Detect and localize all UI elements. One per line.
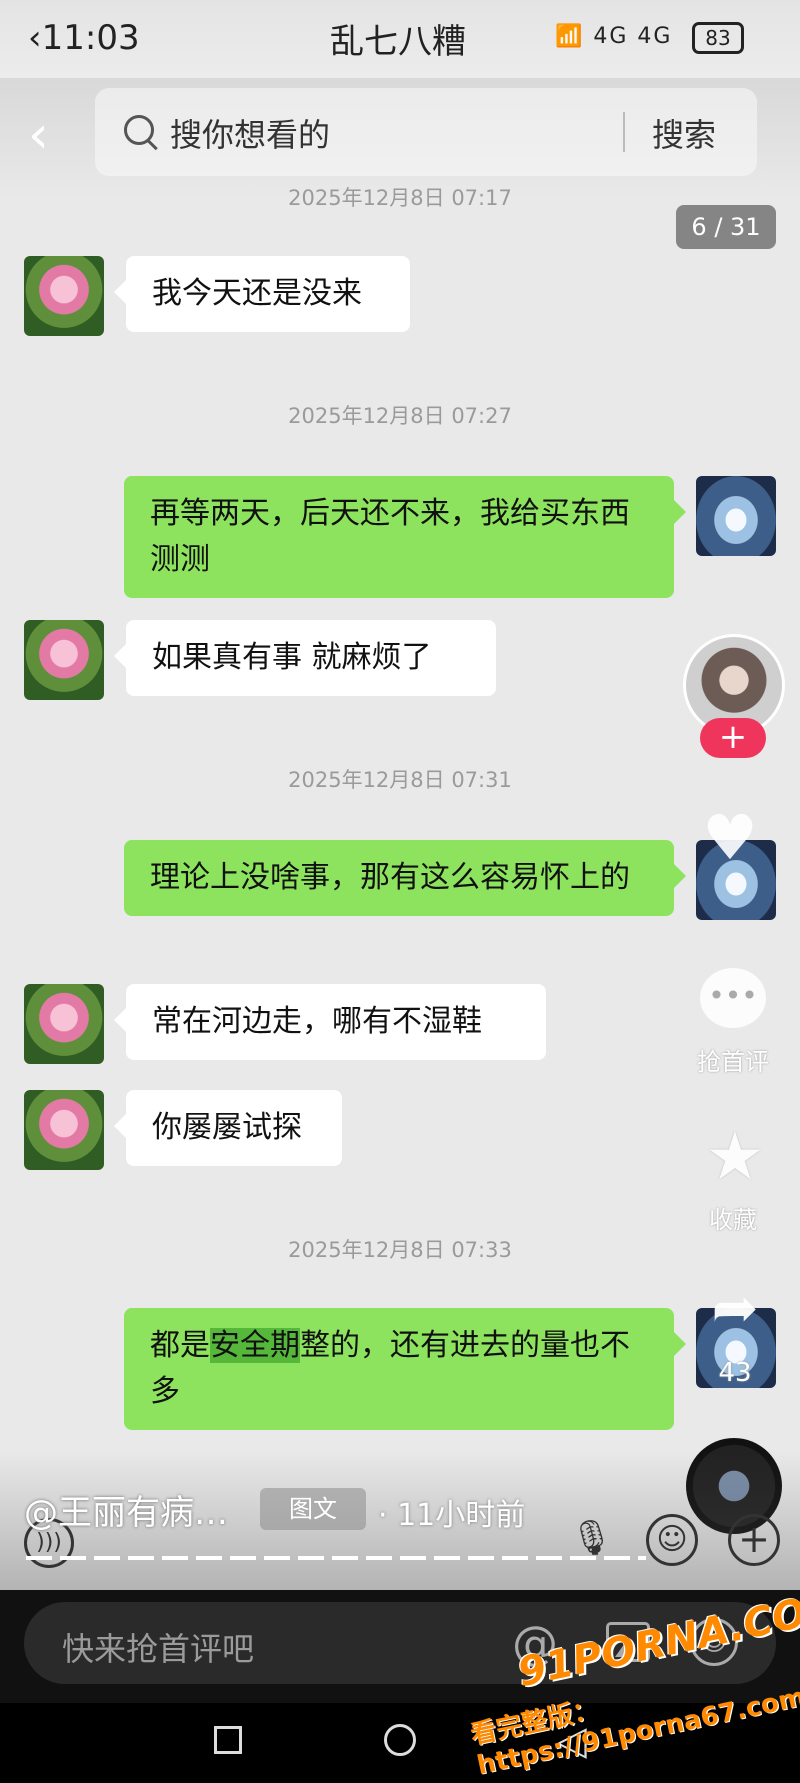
search-input[interactable]: 搜你想看的 (170, 110, 330, 156)
post-author[interactable]: @王丽有病… (24, 1485, 228, 1534)
share-arrow-icon[interactable]: ➦ (700, 1276, 770, 1341)
search-button[interactable]: 搜索 (652, 110, 716, 156)
plus-icon[interactable]: + (728, 1514, 780, 1566)
signal-icon: 📶 4G 4G (555, 24, 673, 49)
image-progress-track (26, 1556, 646, 1560)
share-count: 43 (718, 1358, 752, 1388)
post-time: · 11小时前 (378, 1498, 526, 1533)
self-avatar[interactable] (696, 476, 776, 556)
message-bubble[interactable]: 再等两天，后天还不来，我给买东西测测 (124, 476, 686, 598)
search-divider (623, 112, 625, 152)
contact-avatar[interactable] (24, 1090, 104, 1170)
message-bubble[interactable]: 如果真有事 就麻烦了 (114, 620, 496, 696)
message-text: 都是 (150, 1328, 210, 1363)
mic-icon[interactable]: 🎙 (570, 1518, 613, 1558)
timestamp: 2025年12月8日 07:33 (288, 1238, 512, 1262)
message-bubble[interactable]: 你屡屡试探 (114, 1090, 342, 1166)
comment-placeholder[interactable]: 快来抢首评吧 (62, 1624, 254, 1670)
recents-square-icon[interactable] (214, 1726, 242, 1754)
status-time[interactable]: ‹11:03 (28, 18, 140, 58)
favorite-star-icon[interactable]: ★ (700, 1118, 770, 1195)
timestamp: 2025年12月8日 07:31 (288, 768, 512, 792)
emoji-icon[interactable]: ☺ (646, 1514, 698, 1566)
message-bubble[interactable]: 都是安全期整的，还有进去的量也不多 (124, 1308, 686, 1430)
highlighted-text: 安全期 (210, 1328, 300, 1363)
home-circle-icon[interactable] (384, 1724, 416, 1756)
battery-indicator: 83 (692, 22, 744, 54)
message-bubble[interactable]: 理论上没啥事，那有这么容易怀上的 (124, 840, 686, 916)
back-arrow-icon[interactable]: ‹ (28, 105, 49, 165)
comment-icon[interactable]: ••• (700, 968, 766, 1028)
timestamp: 2025年12月8日 07:27 (288, 404, 512, 428)
message-bubble[interactable]: 我今天还是没来 (114, 256, 410, 332)
search-icon (124, 115, 154, 145)
comment-label: 抢首评 (697, 1048, 769, 1076)
page-counter: 6 / 31 (676, 205, 776, 249)
follow-button[interactable]: + (700, 718, 766, 758)
favorite-label: 收藏 (709, 1206, 757, 1234)
message-bubble[interactable]: 常在河边走，哪有不湿鞋 (114, 984, 546, 1060)
contact-avatar[interactable] (24, 620, 104, 700)
chat-title: 乱七八糟 (330, 22, 466, 62)
like-heart-icon[interactable]: ♥ (700, 807, 760, 869)
contact-avatar[interactable] (24, 256, 104, 336)
contact-avatar[interactable] (24, 984, 104, 1064)
post-type-badge: 图文 (260, 1488, 366, 1530)
